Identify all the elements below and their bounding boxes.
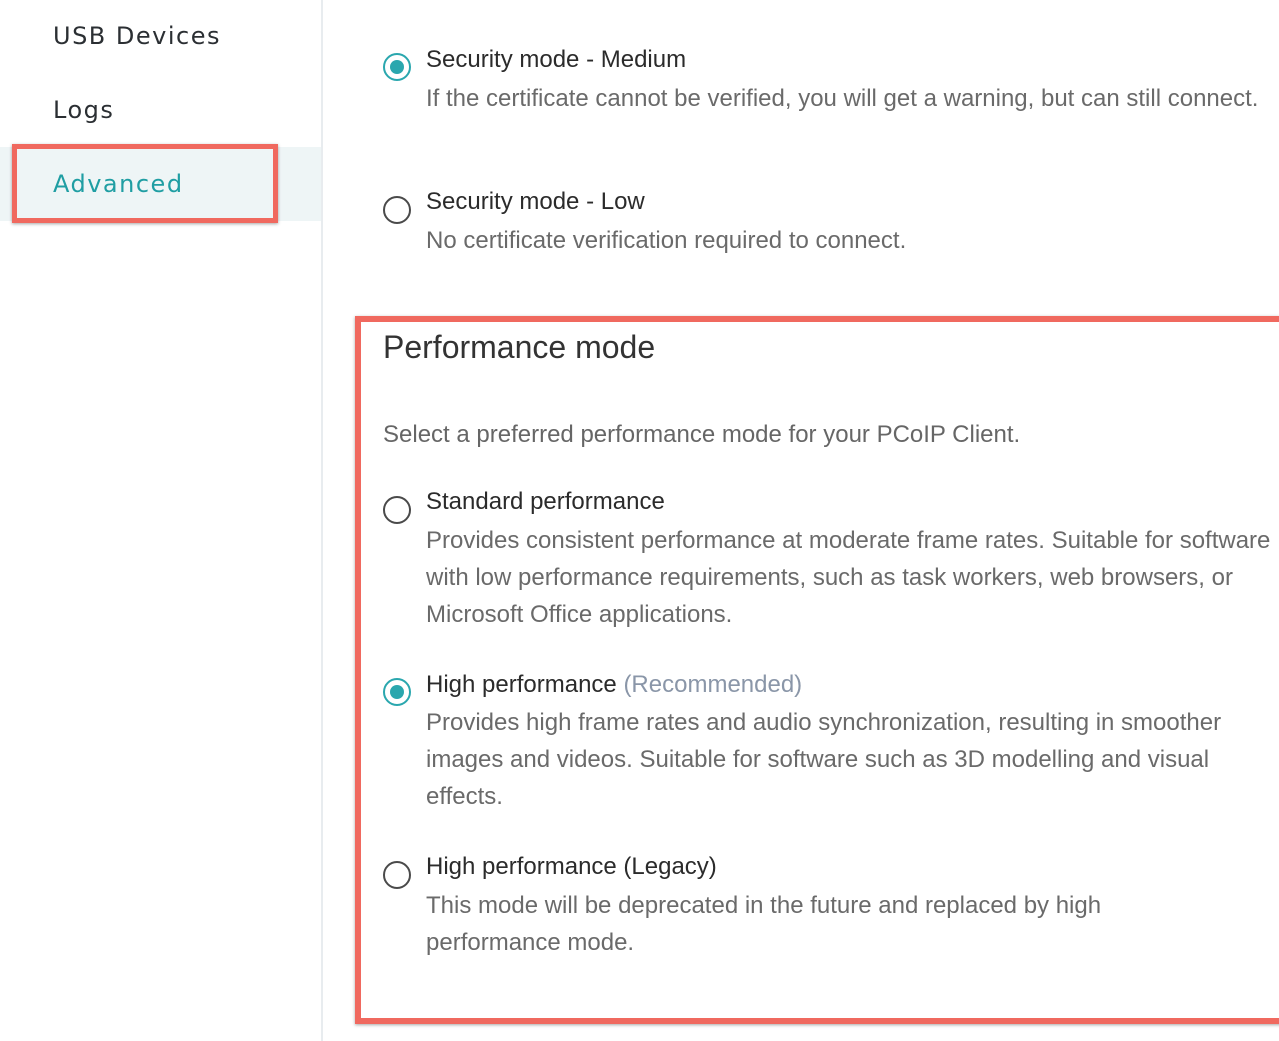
high-performance-legacy-description: This mode will be deprecated in the futu…	[426, 892, 1102, 956]
standard-performance-radio[interactable]	[383, 496, 411, 524]
security-low-description: No certificate verification required to …	[426, 227, 907, 254]
performance-mode-heading: Performance mode	[383, 329, 656, 365]
high-performance-label: High performance	[426, 671, 617, 698]
security-medium-title: Security mode - Medium	[426, 46, 687, 73]
settings-window: USB Devices Logs Advanced Security mode …	[0, 0, 1279, 1041]
sidebar-item-label: USB Devices	[53, 22, 221, 50]
high-performance-title: High performance (Recommended)	[426, 671, 802, 699]
sidebar-item-logs[interactable]: Logs	[0, 73, 321, 147]
high-performance-description: Provides high frame rates and audio sync…	[426, 709, 1222, 810]
high-performance-legacy-title: High performance (Legacy)	[426, 853, 717, 880]
high-performance-legacy-radio[interactable]	[383, 861, 411, 889]
high-performance-radio[interactable]	[383, 678, 411, 706]
recommended-tag: (Recommended)	[623, 671, 803, 698]
sidebar-item-label: Advanced	[53, 170, 184, 198]
standard-performance-description: Provides consistent performance at moder…	[426, 527, 1271, 628]
security-low-radio[interactable]	[383, 196, 411, 224]
security-medium-description: If the certificate cannot be verified, y…	[426, 85, 1259, 112]
sidebar-item-advanced[interactable]: Advanced	[0, 147, 321, 221]
security-medium-radio[interactable]	[383, 53, 411, 81]
sidebar-item-usb-devices[interactable]: USB Devices	[0, 0, 321, 74]
sidebar: USB Devices Logs Advanced	[0, 0, 323, 1041]
security-low-title: Security mode - Low	[426, 188, 645, 215]
standard-performance-title: Standard performance	[426, 488, 665, 515]
sidebar-item-label: Logs	[53, 96, 115, 124]
performance-mode-description: Select a preferred performance mode for …	[383, 421, 1021, 448]
